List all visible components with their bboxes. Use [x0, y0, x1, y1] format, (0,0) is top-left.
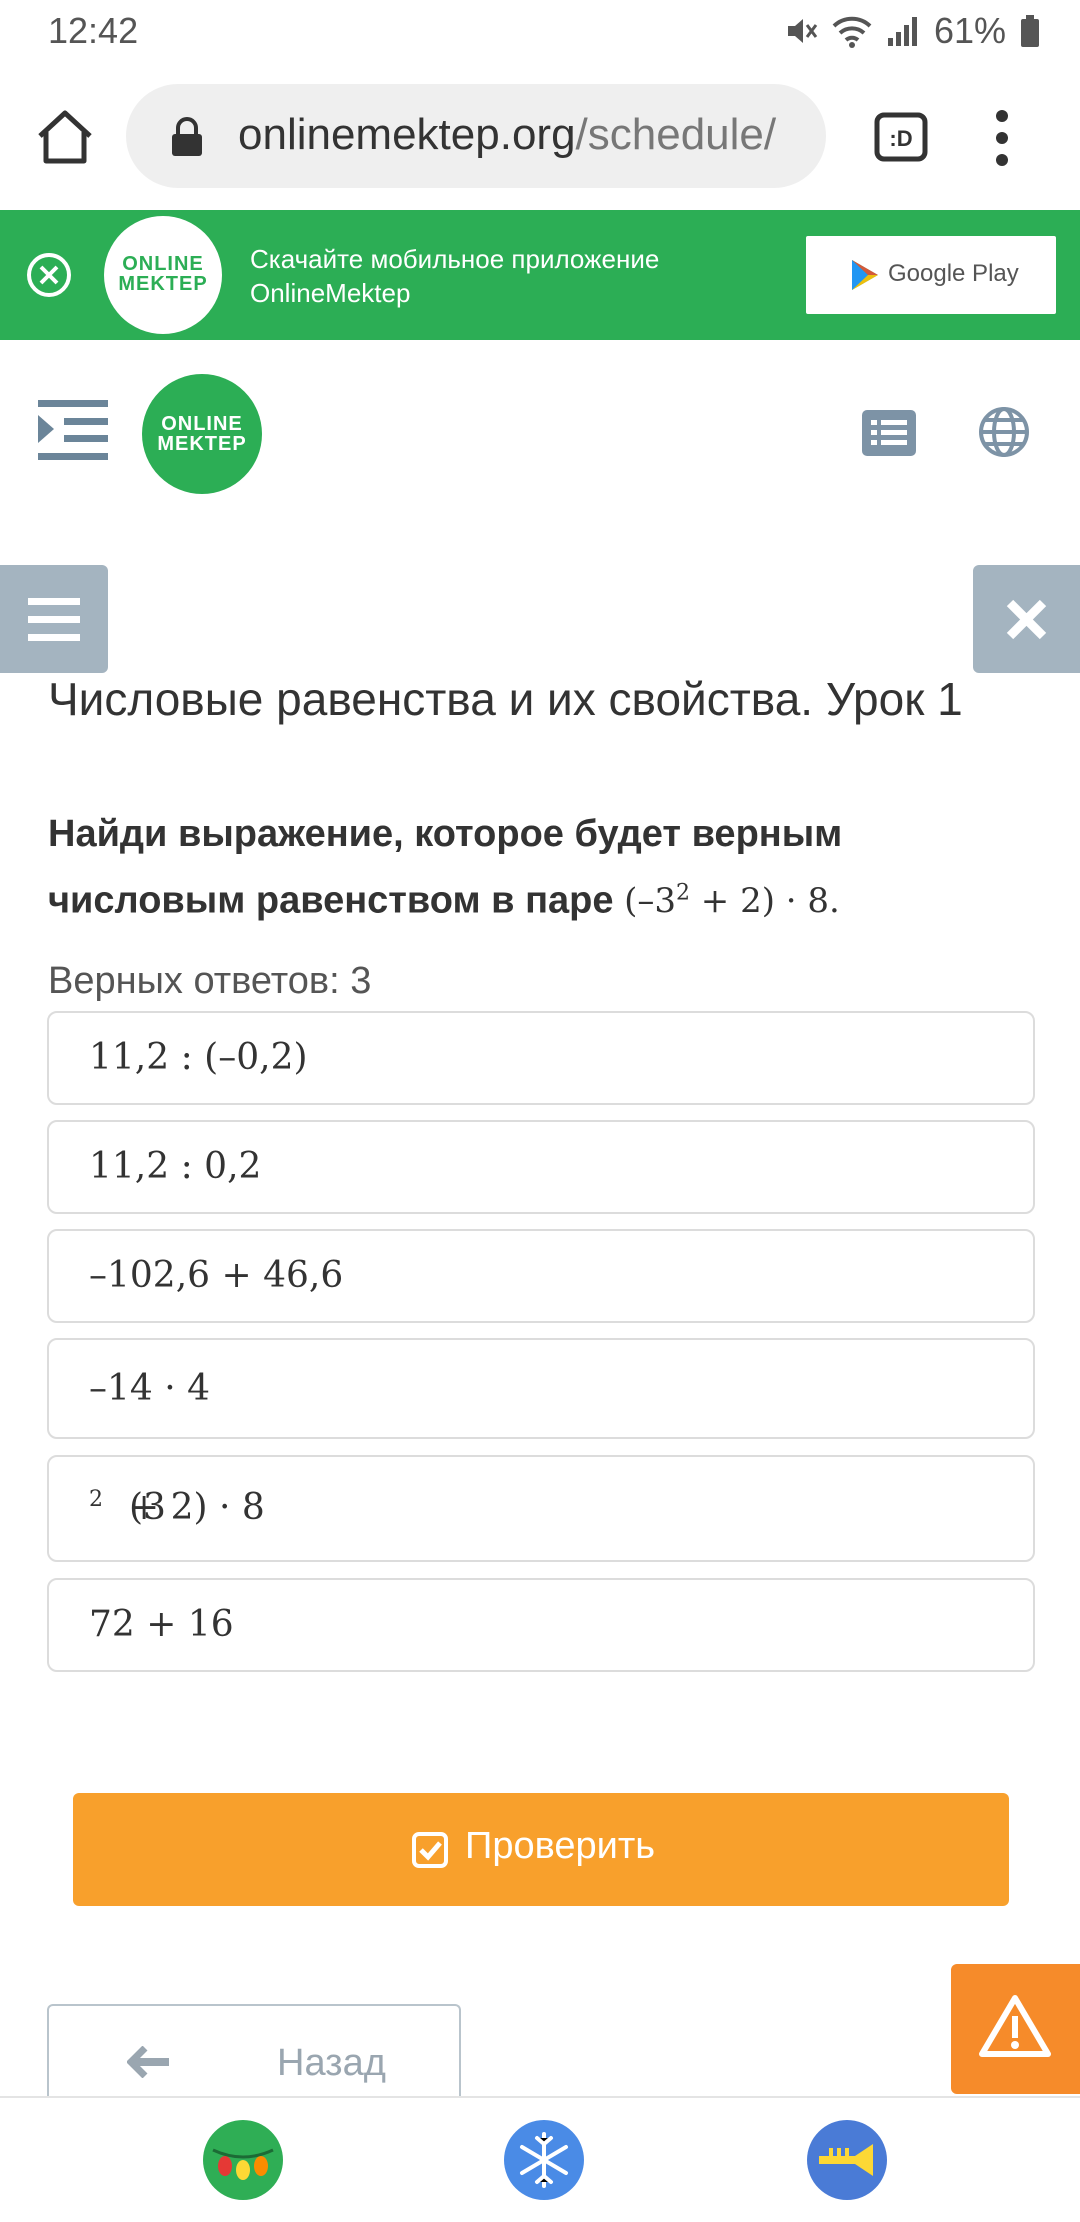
url-path: /schedule/ [575, 110, 777, 159]
wifi-icon [832, 14, 872, 48]
google-play-icon [850, 258, 880, 292]
answer-option-label: –14 · 4 [89, 1368, 211, 1409]
globe-icon[interactable] [978, 406, 1030, 458]
close-icon [1006, 599, 1047, 640]
answer-option-4[interactable]: –14 · 4 [47, 1338, 1035, 1439]
banner-text: Скачайте мобильное приложение OnlineMekt… [250, 242, 659, 310]
answer-option-label: –102,6 + 46,6 [89, 1255, 344, 1296]
sidebar-toggle-icon[interactable] [38, 398, 108, 462]
url-domain: onlinemektep.org [238, 110, 576, 159]
question-formula-sup: 2 [675, 881, 690, 906]
close-banner-icon[interactable] [26, 252, 72, 298]
mute-icon [784, 14, 818, 48]
hamburger-icon [28, 598, 80, 641]
google-play-button[interactable]: Google Play [806, 236, 1056, 314]
status-bar: 12:42 61% [0, 0, 1080, 64]
answer-option-label: (3 2 + 2) · 8 [89, 1487, 265, 1528]
url-text: onlinemektep.org/schedule/ [238, 110, 776, 160]
answer-option-1[interactable]: 11,2 : (–0,2) [47, 1011, 1035, 1105]
back-button-label: Назад [277, 2042, 386, 2084]
answer-option-label: 72 + 16 [89, 1604, 234, 1645]
list-icon[interactable] [862, 410, 916, 456]
banner-logo: ONLINE MEKTEP [104, 216, 222, 334]
home-icon[interactable] [34, 106, 96, 168]
lesson-title: Числовые равенства и их свойства. Урок 1 [48, 673, 963, 725]
answer-option-6[interactable]: 72 + 16 [47, 1578, 1035, 1672]
report-problem-button[interactable] [951, 1964, 1080, 2094]
lock-icon [170, 116, 204, 158]
site-logo-line1: ONLINE [161, 413, 243, 435]
browser-toolbar: onlinemektep.org/schedule/ :D [0, 64, 1080, 208]
question-formula: (–32 + 2) · 8. [624, 881, 840, 921]
bottom-bar [0, 2096, 1080, 2222]
answer-option-3[interactable]: –102,6 + 46,6 [47, 1229, 1035, 1323]
address-bar[interactable]: onlinemektep.org/schedule/ [126, 84, 826, 188]
status-icons: 61% [784, 10, 1040, 52]
battery-percent: 61% [933, 10, 1006, 51]
question-formula-pre: (–3 [624, 881, 676, 922]
banner-line2: OnlineMektep [250, 278, 411, 308]
answer-option-2[interactable]: 11,2 : 0,2 [47, 1120, 1035, 1214]
close-lesson-button[interactable] [973, 565, 1080, 673]
correct-answers-count: Верных ответов: 3 [48, 960, 372, 1002]
banner-line1: Скачайте мобильное приложение [250, 244, 660, 274]
warning-icon [979, 1994, 1051, 2058]
arrow-left-icon [126, 2045, 169, 2079]
check-button[interactable]: Проверить [73, 1793, 1009, 1906]
checkbox-icon [411, 1831, 449, 1869]
banner-logo-line2: MEKTEP [118, 273, 208, 295]
question-text: Найди выражение, которое будет верным чи… [48, 804, 1028, 931]
answer-option-5[interactable]: (3 2 + 2) · 8 [47, 1455, 1035, 1562]
banner-logo-line1: ONLINE [122, 253, 204, 275]
more-options-icon[interactable] [990, 108, 1014, 168]
lesson-menu-button[interactable] [0, 565, 108, 673]
site-logo[interactable]: ONLINE MEKTEP [142, 374, 262, 494]
site-logo-line2: MEKTEP [157, 433, 247, 455]
tab-switcher-label: :D [889, 126, 912, 151]
answer-option-label: 11,2 : (–0,2) [89, 1037, 308, 1078]
signal-icon [886, 14, 920, 48]
answer-option-5-post: + 2) · 8 [129, 1487, 265, 1528]
trumpet-icon[interactable] [807, 2120, 887, 2200]
tab-switcher-button[interactable]: :D [874, 112, 928, 162]
holiday-lights-icon[interactable] [203, 2120, 283, 2200]
question-formula-post: + 2) · 8. [689, 881, 840, 922]
snowflake-icon[interactable] [504, 2120, 584, 2200]
check-button-label: Проверить [465, 1825, 656, 1867]
battery-icon [1020, 14, 1040, 48]
site-header: ONLINE MEKTEP [0, 340, 1080, 500]
answer-option-5-sup: 2 [89, 1487, 103, 1512]
back-button[interactable]: Назад [47, 2004, 461, 2100]
answer-option-label: 11,2 : 0,2 [89, 1146, 262, 1187]
app-download-banner: ONLINE MEKTEP Скачайте мобильное приложе… [0, 210, 1080, 340]
status-time: 12:42 [48, 10, 139, 51]
google-play-label: Google Play [888, 260, 1019, 287]
